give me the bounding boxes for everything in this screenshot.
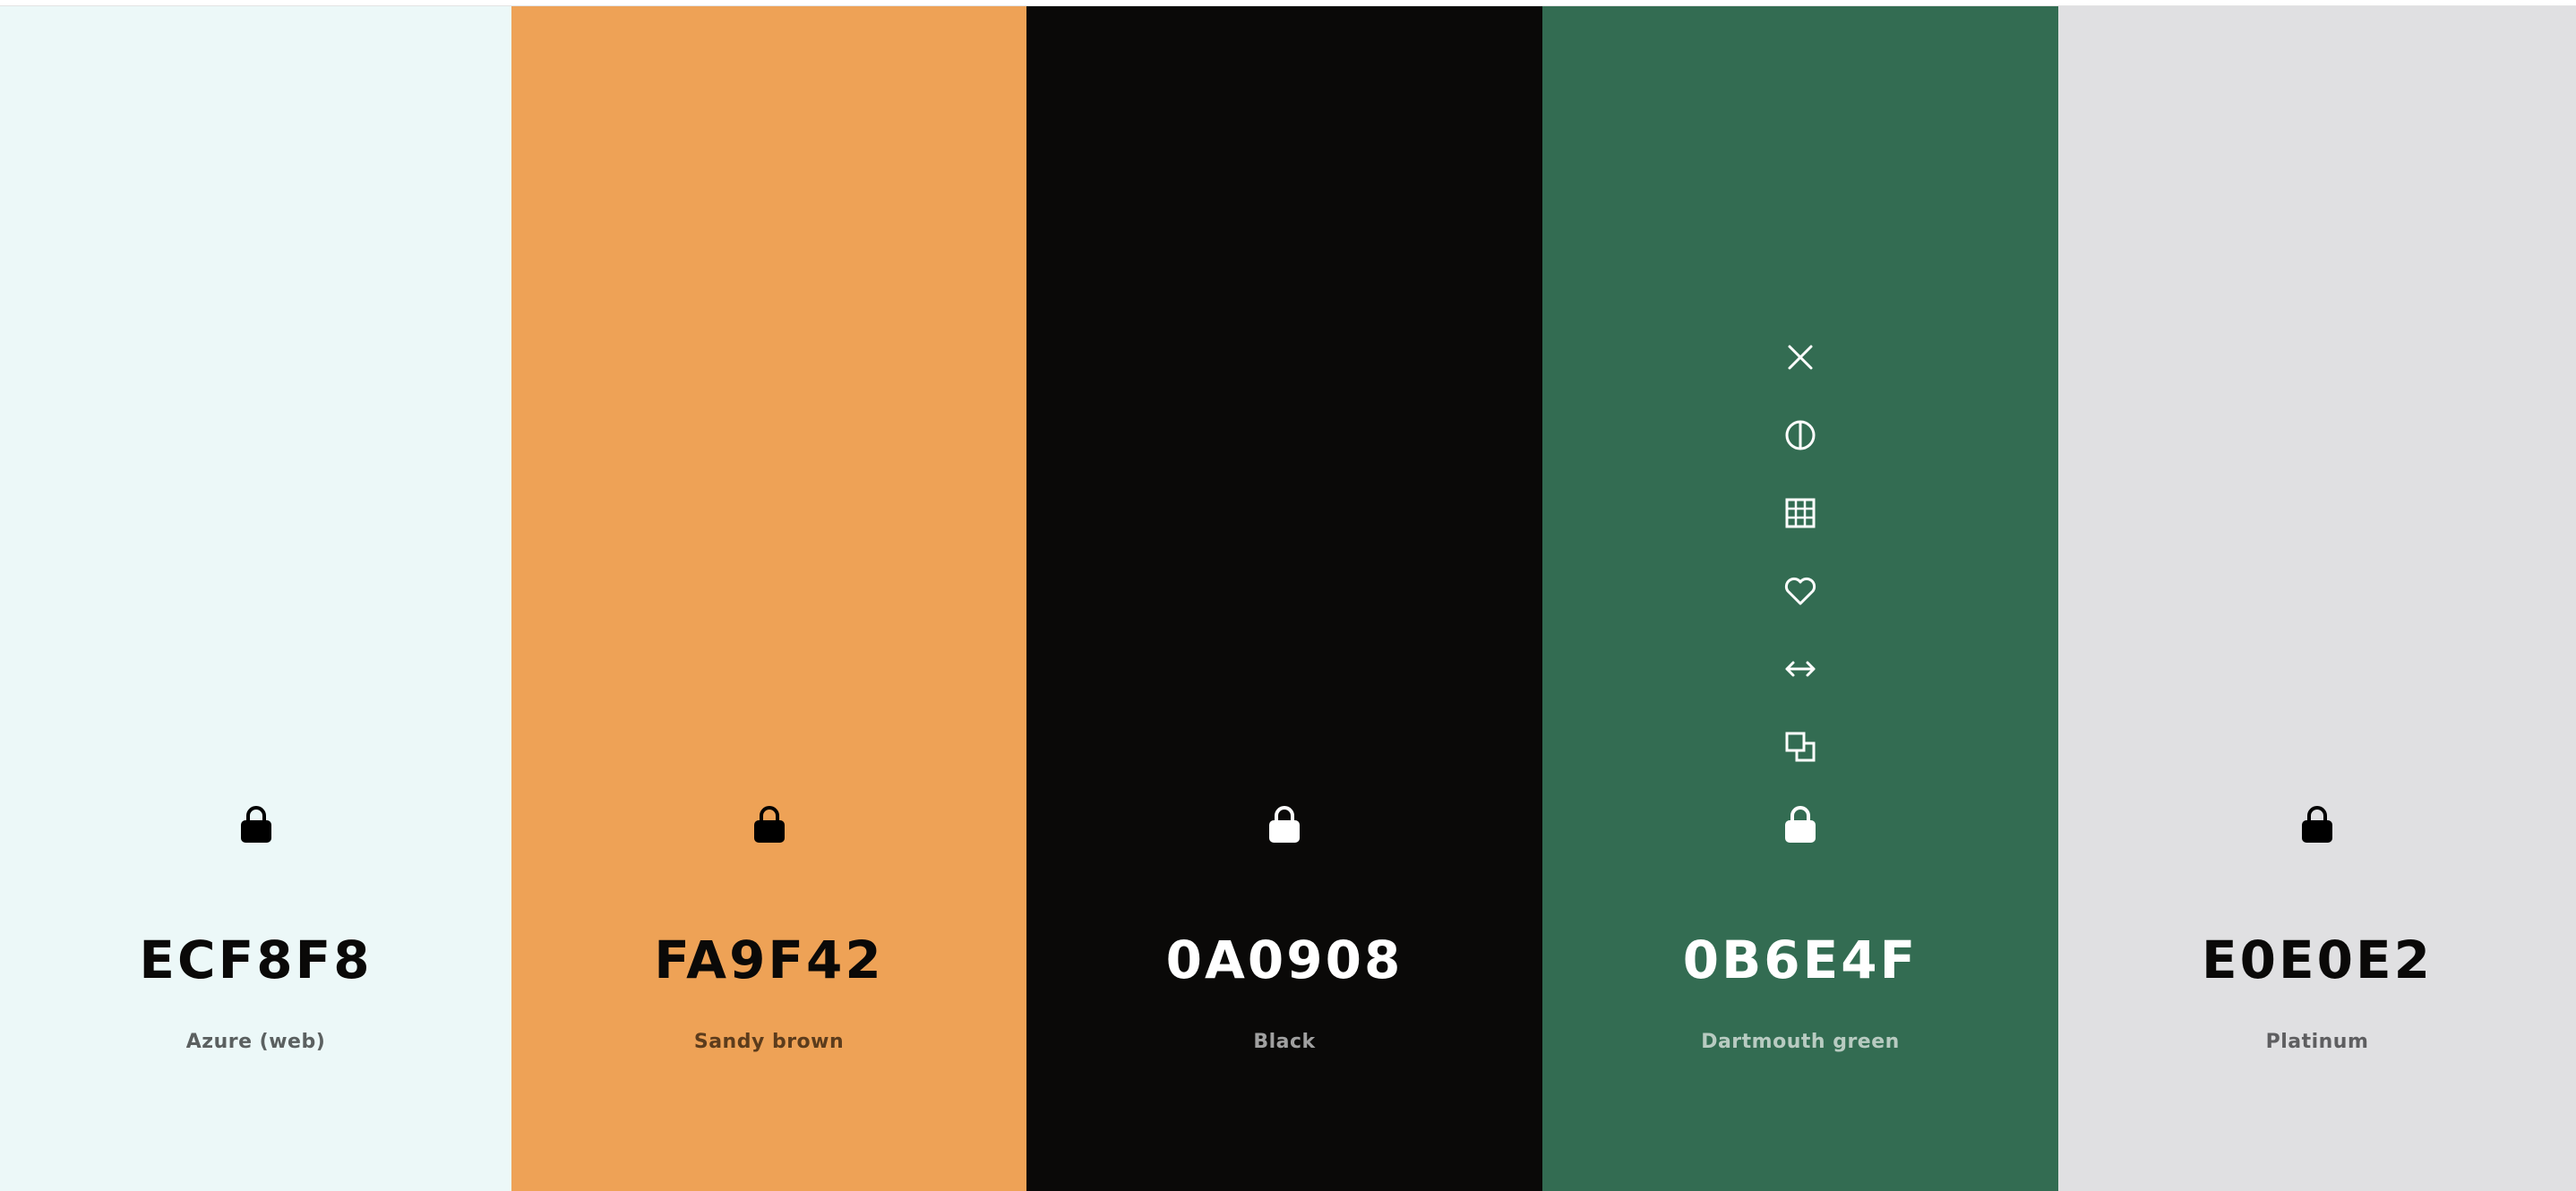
color-swatch-5[interactable]: E0E0E2 Platinum <box>2058 6 2576 1191</box>
hex-code[interactable]: E0E0E2 <box>2058 924 2576 996</box>
lock-icon[interactable] <box>229 797 283 851</box>
top-divider <box>0 0 2576 6</box>
color-swatch-4[interactable]: 0B6E4F Dartmouth green <box>1542 6 2058 1191</box>
lock-icon[interactable] <box>2290 797 2344 851</box>
swatch-toolbar <box>1773 330 1827 798</box>
hex-code[interactable]: 0B6E4F <box>1542 924 2058 996</box>
lock-icon[interactable] <box>1258 797 1311 851</box>
color-name: Azure (web) <box>185 1031 326 1053</box>
color-swatch-2[interactable]: FA9F42 Sandy brown <box>511 6 1026 1191</box>
color-swatch-3[interactable]: 0A0908 Black <box>1026 6 1542 1191</box>
grid-icon[interactable] <box>1773 486 1827 540</box>
copy-icon[interactable] <box>1773 720 1827 774</box>
lock-icon[interactable] <box>743 797 796 851</box>
color-swatch-1[interactable]: ECF8F8 Azure (web) <box>0 6 511 1191</box>
arrows-horizontal-icon[interactable] <box>1773 642 1827 696</box>
color-name: Platinum <box>2265 1031 2369 1053</box>
close-icon[interactable] <box>1773 330 1827 384</box>
hex-code[interactable]: ECF8F8 <box>0 924 511 996</box>
color-name: Sandy brown <box>693 1031 845 1053</box>
color-palette: ECF8F8 Azure (web) FA9F42 Sandy brown 0A… <box>0 6 2576 1191</box>
color-name: Dartmouth green <box>1701 1031 1900 1053</box>
hex-code[interactable]: FA9F42 <box>511 924 1026 996</box>
contrast-icon[interactable] <box>1773 408 1827 462</box>
hex-code[interactable]: 0A0908 <box>1026 924 1542 996</box>
lock-icon[interactable] <box>1773 797 1827 851</box>
heart-icon[interactable] <box>1773 564 1827 618</box>
color-name: Black <box>1253 1031 1316 1053</box>
